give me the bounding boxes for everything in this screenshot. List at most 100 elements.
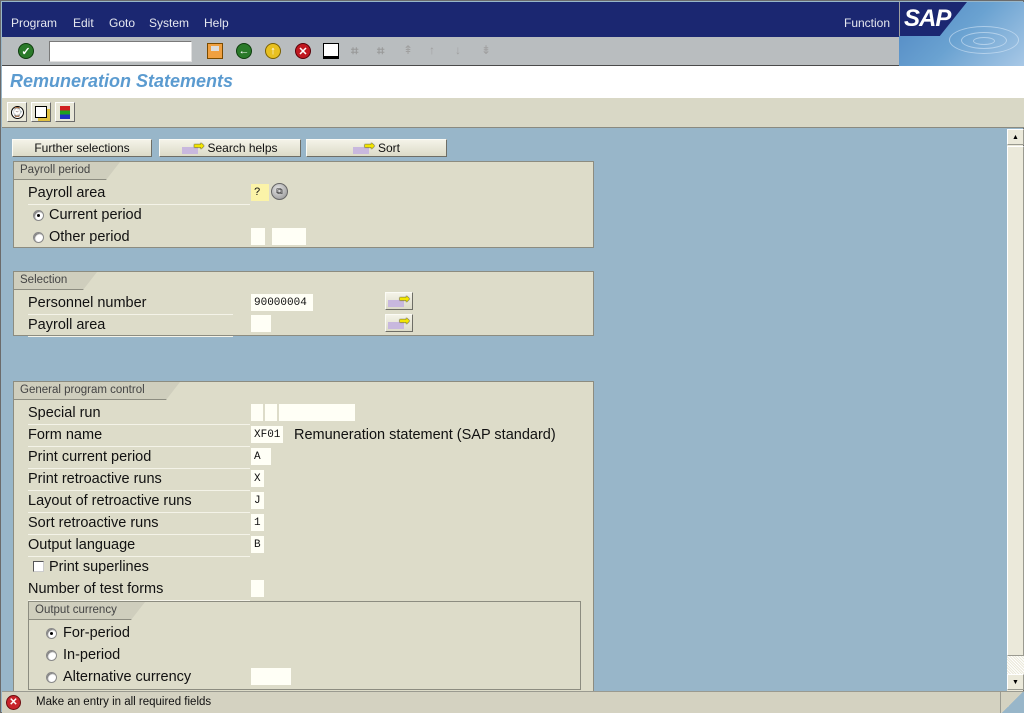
payroll-area-label: Payroll area	[28, 183, 250, 205]
find-icon: ⌗	[351, 43, 359, 58]
form-name-description: Remuneration statement (SAP standard)	[294, 427, 556, 443]
print-superlines-label: Print superlines	[49, 559, 149, 575]
layout-retroactive-runs-label: Layout of retroactive runs	[28, 491, 250, 513]
alternative-currency-field[interactable]	[251, 668, 291, 685]
selection-screen: Further selections ➡ Search helps ➡ Sort…	[2, 129, 1006, 691]
sort-button[interactable]: ➡ Sort	[306, 139, 447, 157]
first-page-icon: ⇞	[403, 43, 414, 57]
print-icon[interactable]	[323, 43, 339, 59]
command-field[interactable]	[49, 41, 192, 62]
logo-ripple	[973, 37, 995, 45]
payroll-period-group: Payroll period Payroll area ⧉ Current pe…	[13, 161, 594, 248]
special-run-field-2[interactable]	[265, 404, 277, 421]
output-currency-group: Output currency For-period In-period Alt…	[28, 601, 581, 690]
sap-gui-window: Program Edit Goto System Help Function S…	[0, 0, 1024, 713]
further-selections-label: Further selections	[34, 141, 130, 155]
search-helps-button[interactable]: ➡ Search helps	[159, 139, 301, 157]
menu-function[interactable]: Function	[844, 16, 890, 30]
get-variant-icon	[35, 106, 47, 118]
last-page-icon: ⇟	[481, 43, 492, 57]
form-name-label: Form name	[28, 425, 250, 447]
form-name-field[interactable]	[251, 426, 283, 443]
menu-goto[interactable]: Goto	[109, 16, 135, 30]
group-title: Payroll period	[14, 162, 120, 180]
selection-options-button[interactable]	[55, 102, 75, 122]
payroll-area-multiple-selection-button[interactable]: ➡	[385, 314, 413, 332]
menu-bar: Program Edit Goto System Help Function	[2, 2, 900, 37]
resize-grip[interactable]	[1000, 692, 1024, 713]
save-icon[interactable]	[207, 43, 223, 59]
personnel-number-label: Personnel number	[28, 293, 233, 315]
sort-label: Sort	[377, 141, 400, 155]
get-variant-button[interactable]	[31, 102, 51, 122]
alternative-currency-radio[interactable]	[46, 672, 57, 683]
in-period-label: In-period	[63, 647, 121, 663]
alternative-currency-label: Alternative currency	[63, 669, 192, 685]
sort-retroactive-runs-field[interactable]	[251, 514, 264, 531]
scroll-down-button[interactable]: ▼	[1007, 674, 1024, 690]
other-period-radio[interactable]	[33, 232, 44, 243]
arrow-right-icon: ➡	[352, 139, 377, 154]
execute-button[interactable]: ⌚	[7, 102, 27, 122]
layout-retroactive-runs-field[interactable]	[251, 492, 264, 509]
general-program-control-group: General program control Special run Form…	[13, 381, 594, 691]
sort-retroactive-runs-label: Sort retroactive runs	[28, 513, 250, 535]
menu-system[interactable]: System	[149, 16, 189, 30]
print-current-period-label: Print current period	[28, 447, 250, 469]
current-period-radio[interactable]	[33, 210, 44, 221]
previous-page-icon: ↑	[429, 43, 435, 57]
group-title: Selection	[14, 272, 97, 290]
special-run-field-1[interactable]	[251, 404, 263, 421]
next-page-icon: ↓	[455, 43, 461, 57]
title-bar: Remuneration Statements	[2, 66, 1024, 98]
sap-logo-text: SAP	[904, 5, 951, 32]
standard-toolbar: ✓ ← ↑ ✕ ⌗ ⌗ ⇞ ↑ ↓ ⇟	[2, 37, 899, 66]
back-icon[interactable]: ←	[236, 43, 252, 59]
personnel-number-field[interactable]	[251, 294, 313, 311]
other-period-label: Other period	[49, 229, 130, 245]
print-retroactive-runs-label: Print retroactive runs	[28, 469, 250, 491]
other-period-field-2[interactable]	[272, 228, 306, 245]
scroll-up-button[interactable]: ▲	[1007, 129, 1024, 145]
page-title: Remuneration Statements	[10, 71, 234, 91]
error-icon: ✕	[6, 695, 21, 710]
search-helps-label: Search helps	[207, 141, 278, 155]
special-run-field-3[interactable]	[279, 404, 355, 421]
print-current-period-field[interactable]	[251, 448, 271, 465]
status-message[interactable]: Make an entry in all required fields	[36, 696, 211, 708]
further-selections-button[interactable]: Further selections	[12, 139, 152, 157]
multiple-selection-icon[interactable]: ⧉	[271, 183, 288, 200]
menu-help[interactable]: Help	[204, 16, 229, 30]
for-period-radio[interactable]	[46, 628, 57, 639]
payroll-area-field[interactable]	[251, 184, 269, 201]
cancel-icon[interactable]: ✕	[295, 43, 311, 59]
selection-payroll-area-field[interactable]	[251, 315, 271, 332]
vertical-scrollbar[interactable]: ▲ ▼	[1006, 129, 1024, 691]
arrow-right-icon: ➡	[388, 314, 412, 329]
for-period-label: For-period	[63, 625, 130, 641]
exit-icon[interactable]: ↑	[265, 43, 281, 59]
find-next-icon: ⌗	[377, 43, 385, 58]
test-forms-label: Number of test forms	[28, 579, 250, 601]
test-forms-field[interactable]	[251, 580, 264, 597]
in-period-radio[interactable]	[46, 650, 57, 661]
scroll-track[interactable]	[1007, 656, 1024, 674]
menu-program[interactable]: Program	[11, 16, 57, 30]
special-run-label: Special run	[28, 403, 250, 425]
menu-edit[interactable]: Edit	[73, 16, 94, 30]
selection-payroll-area-label: Payroll area	[28, 315, 233, 337]
selection-group: Selection Personnel number ➡ Payroll are…	[13, 271, 594, 337]
sap-logo: SAP	[899, 2, 1024, 66]
personnel-number-multiple-selection-button[interactable]: ➡	[385, 292, 413, 310]
scroll-thumb[interactable]	[1007, 146, 1024, 656]
print-superlines-checkbox[interactable]	[33, 561, 44, 572]
arrow-right-icon: ➡	[388, 292, 412, 307]
output-language-label: Output language	[28, 535, 250, 557]
status-bar: ✕ Make an entry in all required fields	[2, 691, 1024, 713]
output-language-field[interactable]	[251, 536, 264, 553]
print-retroactive-runs-field[interactable]	[251, 470, 264, 487]
other-period-field-1[interactable]	[251, 228, 265, 245]
group-title: Output currency	[29, 602, 145, 620]
enter-icon[interactable]: ✓	[18, 43, 34, 59]
application-toolbar: ⌚	[2, 98, 1024, 128]
